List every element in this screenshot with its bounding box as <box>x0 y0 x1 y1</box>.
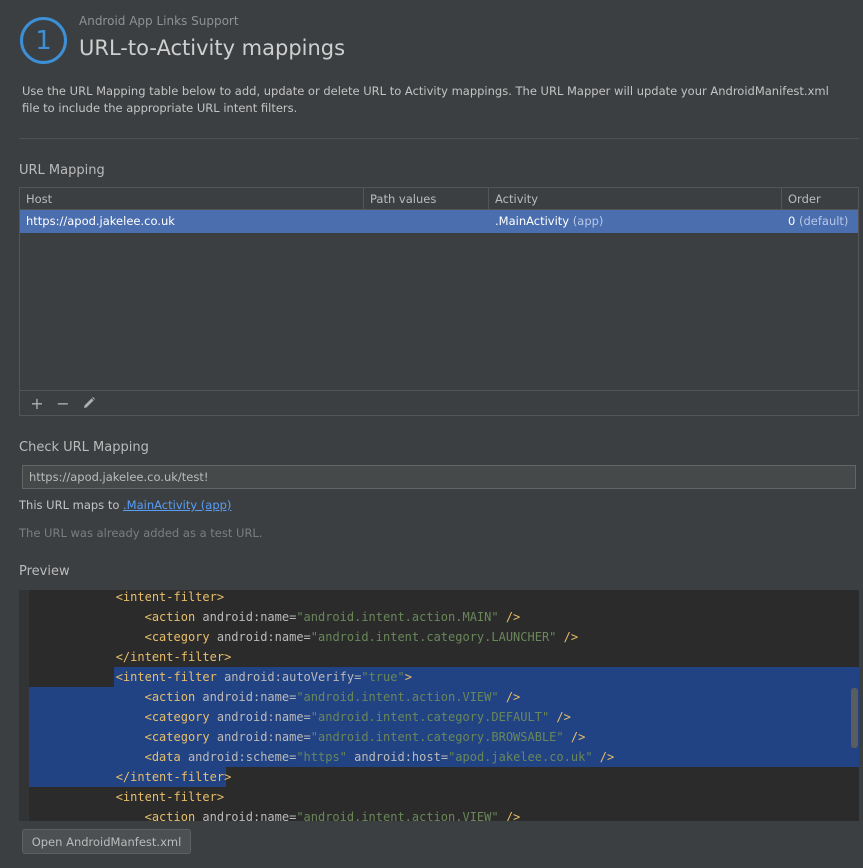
table-row[interactable]: https://apod.jakelee.co.uk .MainActivity… <box>20 210 858 233</box>
code-token: <category <box>144 730 217 744</box>
code-token: <intent-filter <box>115 670 225 684</box>
assistant-subtitle: Android App Links Support <box>79 14 239 28</box>
remove-icon[interactable]: − <box>52 393 74 413</box>
code-token: </intent-filter> <box>115 770 232 784</box>
code-token: /> <box>498 610 521 624</box>
code-line: <intent-filter> <box>29 787 224 807</box>
code-token: "android.intent.action.VIEW" <box>296 690 499 704</box>
code-token: </intent-filter> <box>115 650 232 664</box>
code-token: /> <box>592 750 615 764</box>
code-line: <category android:name="android.intent.c… <box>29 727 586 747</box>
code-token: <action <box>144 690 203 704</box>
column-header-path-values[interactable]: Path values <box>364 188 489 209</box>
row-order-value: 0 <box>788 214 796 228</box>
code-token: "https" <box>296 750 347 764</box>
code-line: <intent-filter> <box>29 590 224 607</box>
table-empty-area <box>20 233 858 391</box>
code-line: <action android:name="android.intent.act… <box>29 807 521 821</box>
url-mapping-label: URL Mapping <box>19 163 105 178</box>
column-header-order[interactable]: Order <box>782 188 858 209</box>
code-token: android:scheme= <box>187 750 297 764</box>
code-token: android:host= <box>346 750 449 764</box>
code-token: > <box>404 670 412 684</box>
table-toolbar: + − <box>20 390 858 415</box>
mapping-result-prefix: This URL maps to <box>19 498 120 512</box>
code-token: android:name= <box>216 730 311 744</box>
code-line: <action android:name="android.intent.act… <box>29 687 521 707</box>
code-token: android:name= <box>216 710 311 724</box>
row-host: https://apod.jakelee.co.uk <box>26 214 175 228</box>
code-token: android:name= <box>202 810 297 821</box>
step-number: 1 <box>35 25 52 56</box>
code-token: <action <box>144 810 203 821</box>
code-token: "apod.jakelee.co.uk" <box>448 750 593 764</box>
code-token: "android.intent.category.BROWSABLE" <box>310 730 564 744</box>
row-activity-module: (app) <box>572 214 604 228</box>
code-token: <intent-filter> <box>115 790 225 804</box>
code-line: <category android:name="android.intent.c… <box>29 707 571 727</box>
code-line: </intent-filter> <box>29 647 232 667</box>
preview-label: Preview <box>19 564 70 579</box>
code-token: android:name= <box>216 630 311 644</box>
page-description: Use the URL Mapping table below to add, … <box>22 84 829 115</box>
code-token: android:name= <box>202 610 297 624</box>
code-token: "true" <box>361 670 405 684</box>
code-gutter <box>19 590 29 821</box>
code-token: android:autoVerify= <box>224 670 362 684</box>
mapping-result-link[interactable]: .MainActivity (app) <box>123 498 231 512</box>
code-line: <action android:name="android.intent.act… <box>29 607 521 627</box>
code-token: "android.intent.action.MAIN" <box>296 610 499 624</box>
step-number-badge: 1 <box>20 17 67 64</box>
code-token: <category <box>144 630 217 644</box>
page-title: URL-to-Activity mappings <box>79 36 346 60</box>
code-token: android:name= <box>202 690 297 704</box>
open-manifest-button[interactable]: Open AndroidManfest.xml <box>22 829 191 854</box>
code-token: /> <box>556 630 579 644</box>
code-token: "android.intent.action.VIEW" <box>296 810 499 821</box>
row-path-values <box>364 210 489 233</box>
code-token: <intent-filter> <box>115 590 225 604</box>
check-url-mapping-label: Check URL Mapping <box>19 440 149 455</box>
preview-scrollbar[interactable] <box>851 688 858 748</box>
row-order-note: (default) <box>798 214 849 228</box>
code-token: /> <box>498 690 521 704</box>
column-header-activity[interactable]: Activity <box>489 188 782 209</box>
code-token: "android.intent.category.LAUNCHER" <box>310 630 557 644</box>
code-line: <intent-filter android:autoVerify="true"… <box>29 667 412 687</box>
code-line: <category android:name="android.intent.c… <box>29 627 579 647</box>
code-token: /> <box>549 710 571 724</box>
code-token: "android.intent.category.DEFAULT" <box>310 710 550 724</box>
code-line: <data android:scheme="https" android:hos… <box>29 747 615 767</box>
url-mapping-table: Host Path values Activity Order https://… <box>19 187 859 416</box>
column-header-host[interactable]: Host <box>20 188 364 209</box>
add-icon[interactable]: + <box>26 393 48 413</box>
manifest-preview[interactable]: <intent-filter> <action android:name="an… <box>19 590 859 821</box>
edit-icon[interactable] <box>78 393 100 413</box>
row-order: 0 (default) <box>782 210 858 233</box>
pencil-icon <box>84 397 95 408</box>
code-line: </intent-filter> <box>29 767 232 787</box>
code-token: <data <box>144 750 188 764</box>
row-activity-name: .MainActivity <box>495 214 570 228</box>
check-url-input[interactable] <box>22 465 856 489</box>
code-token: <action <box>144 610 203 624</box>
header-divider <box>19 138 859 139</box>
code-token: /> <box>498 810 521 821</box>
code-token: /> <box>563 730 586 744</box>
test-url-note: The URL was already added as a test URL. <box>19 526 263 540</box>
mapping-result: This URL maps to .MainActivity (app) <box>19 498 231 512</box>
code-token: <category <box>144 710 217 724</box>
row-activity: .MainActivity (app) <box>489 210 782 233</box>
table-header: Host Path values Activity Order <box>20 188 858 210</box>
